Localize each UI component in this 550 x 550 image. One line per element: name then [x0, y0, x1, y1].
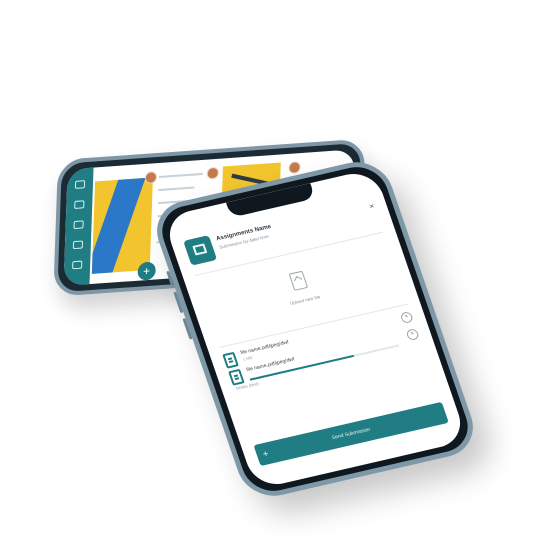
- avatar: [144, 171, 158, 185]
- plus-icon: +: [261, 448, 270, 460]
- volume-button: [173, 291, 184, 314]
- add-fab-button[interactable]: +: [137, 261, 156, 281]
- document-icon: [222, 351, 239, 369]
- side-navigation-rail: [63, 167, 94, 286]
- avatar: [288, 161, 301, 174]
- nav-icon-3[interactable]: [73, 220, 84, 230]
- portrait-phone: Assignments Name Submission by date/ tim…: [147, 155, 483, 503]
- close-icon[interactable]: ×: [368, 201, 376, 211]
- app-logo-icon: [183, 235, 218, 266]
- nav-icon-4[interactable]: [72, 240, 84, 250]
- nav-icon-1[interactable]: [74, 180, 86, 189]
- portrait-phone-screen: Assignments Name Submission by date/ tim…: [162, 168, 468, 490]
- file-name: file name.pdf/jpeg/dwf: [239, 339, 290, 357]
- file-size: 1 MB: [242, 354, 253, 362]
- device-mockup-scene: + Assignments Name Submission by date/ t…: [0, 0, 550, 550]
- send-submission-label: Send Submission: [331, 426, 372, 442]
- nav-icon-2[interactable]: [74, 200, 85, 209]
- blue-stripe-graphic: [91, 177, 147, 274]
- volume-button: [182, 318, 193, 340]
- document-icon: [228, 368, 245, 386]
- remove-file-icon[interactable]: ×: [405, 328, 420, 341]
- remove-file-icon[interactable]: ×: [399, 311, 414, 324]
- feature-image-card: [91, 177, 153, 274]
- nav-icon-5[interactable]: [72, 260, 83, 270]
- upload-file-icon: [288, 270, 309, 291]
- send-submission-button[interactable]: + Send Submission: [253, 401, 449, 467]
